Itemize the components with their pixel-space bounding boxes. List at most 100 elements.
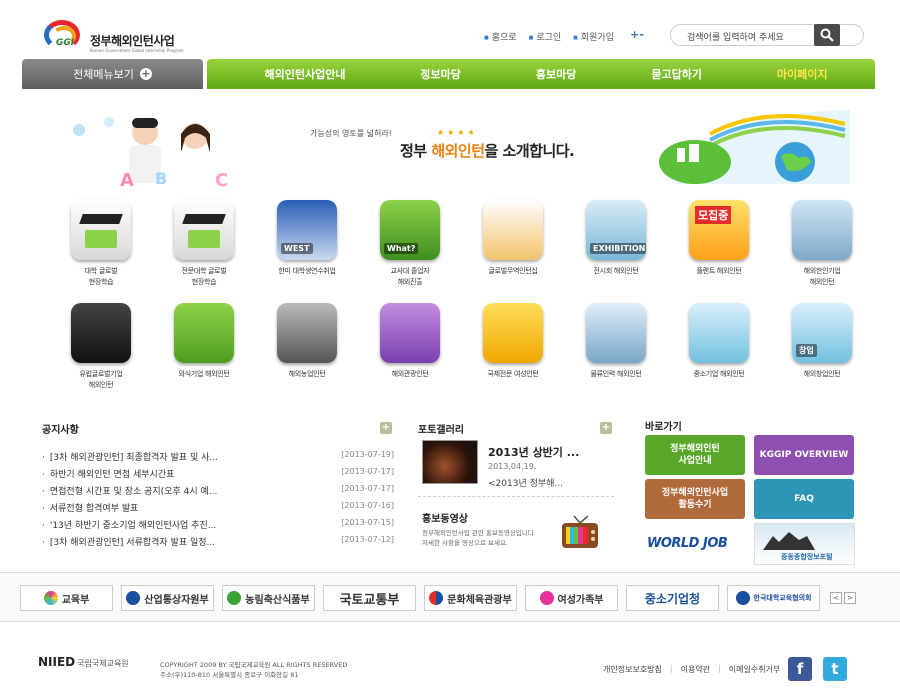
- login-link[interactable]: 로그인: [529, 30, 561, 43]
- program-item[interactable]: 모집중 플랜트 해외인턴: [669, 200, 769, 300]
- question-board-icon: What?: [380, 200, 440, 260]
- plus-icon: +: [139, 67, 152, 80]
- notice-row[interactable]: 서류전형 합격여부 발표[2013-07-16]: [42, 499, 394, 516]
- divider: [418, 496, 614, 497]
- korea-flag-icon: [792, 200, 852, 260]
- program-item[interactable]: 해외관광인턴: [360, 303, 460, 403]
- partner-molit[interactable]: 국토교통부: [323, 585, 416, 611]
- tv-icon[interactable]: [560, 514, 600, 550]
- program-label: 해외관광인턴: [391, 370, 429, 378]
- program-label: 한미 대학생연수취업: [278, 267, 336, 275]
- program-item[interactable]: 창업 해외창업인턴: [772, 303, 872, 403]
- program-item[interactable]: 해외한인기업 해외인턴: [772, 200, 872, 300]
- intern-stories-button[interactable]: 정부해외인턴사업 활동수기: [645, 479, 745, 519]
- worldjob-link[interactable]: WORLD JOB: [647, 536, 728, 551]
- program-label: 전문대학 글로벌 현장학습: [181, 267, 227, 286]
- nav-qna[interactable]: 묻고답하기: [651, 66, 702, 82]
- logo-subtitle: Korean Government Global Internship Prog…: [90, 48, 184, 53]
- program-item[interactable]: 물류인력 해외인턴: [566, 303, 666, 403]
- kggip-overview-button[interactable]: KGGIP OVERVIEW: [754, 435, 854, 475]
- program-item[interactable]: 전문대학 글로벌 현장학습: [154, 200, 254, 300]
- all-menu-button[interactable]: 전체메뉴보기 +: [22, 59, 203, 89]
- prev-arrow-icon[interactable]: <: [830, 592, 842, 604]
- city-buildings-icon: [174, 303, 234, 363]
- zoom-control[interactable]: +-: [630, 28, 644, 41]
- program-label: 해외농업인턴: [288, 370, 326, 378]
- middle-east-portal-link[interactable]: 중동종합정보포털: [754, 523, 855, 565]
- svg-text:B: B: [155, 169, 167, 188]
- program-item[interactable]: 유럽글로벌기업 해외인턴: [51, 303, 151, 403]
- partner-smba[interactable]: 중소기업청: [626, 585, 719, 611]
- program-item[interactable]: What? 교사대 졸업자 해외진출: [360, 200, 460, 300]
- un-woman-icon: [483, 303, 543, 363]
- privacy-link[interactable]: 개인정보보호방침: [603, 664, 662, 675]
- passport-plane-icon: [380, 303, 440, 363]
- facebook-icon[interactable]: f: [788, 657, 812, 681]
- program-item[interactable]: WEST 한미 대학생연수취업: [257, 200, 357, 300]
- twitter-icon[interactable]: t: [823, 657, 847, 681]
- site-logo[interactable]: GGI 정부해외인턴사업 Korean Government Global In…: [42, 18, 192, 60]
- partner-moe[interactable]: 교육부: [20, 585, 113, 611]
- video-description: 정부해외인턴사업 관련 홍보동영상입니다. 자세한 사항을 영상으로 보세요.: [422, 529, 536, 547]
- tile-caption: 창업: [796, 344, 817, 357]
- svg-text:A: A: [120, 170, 134, 188]
- terms-link[interactable]: 이용약관: [681, 664, 710, 675]
- signup-link[interactable]: 회원가입: [573, 30, 614, 43]
- eu-flag-icon: [71, 303, 131, 363]
- program-label: 대학 글로벌 현장학습: [84, 267, 118, 286]
- notice-row[interactable]: [3차 해외관광인턴] 서류합격자 발표 일정...[2013-07-12]: [42, 533, 394, 550]
- gallery-item-date: 2013,04,19,: [488, 462, 537, 471]
- exhibition-icon: EXHIBITION: [586, 200, 646, 260]
- nav-promo[interactable]: 홍보마당: [536, 66, 576, 82]
- nav-intern-guide[interactable]: 해외인턴사업안내: [264, 66, 345, 82]
- notice-more-button[interactable]: +: [380, 422, 392, 434]
- menu-bar: 해외인턴사업안내 정보마당 홍보마당 묻고답하기 마이페이지: [207, 59, 875, 89]
- nav-info[interactable]: 정보마당: [420, 66, 460, 82]
- graduation-cap-icon: [174, 200, 234, 260]
- partner-motie[interactable]: 산업통상자원부: [121, 585, 214, 611]
- nav-mypage[interactable]: 마이페이지: [777, 66, 828, 82]
- next-arrow-icon[interactable]: >: [844, 592, 856, 604]
- program-label: 중소기업 해외인턴: [693, 370, 745, 378]
- program-item[interactable]: 외식기업 해외인턴: [154, 303, 254, 403]
- banner-headline: 정부 해외인턴을 소개합니다.: [400, 142, 575, 160]
- graduation-cap-icon: [71, 200, 131, 260]
- program-item[interactable]: 중소기업 해외인턴: [669, 303, 769, 403]
- email-refusal-link[interactable]: 이메일수취거부: [729, 664, 781, 675]
- search-input[interactable]: 검색어를 입력하여 주세요: [687, 30, 784, 43]
- notice-row[interactable]: [3차 해외관광인턴] 최종합격자 발표 및 사...[2013-07-19]: [42, 448, 394, 465]
- gallery-item-title[interactable]: 2013년 상반기 ...: [488, 444, 579, 460]
- gallery-more-button[interactable]: +: [600, 422, 612, 434]
- main-nav: 전체메뉴보기 + 해외인턴사업안내 정보마당 홍보마당 묻고답하기 마이페이지: [22, 59, 875, 89]
- program-item[interactable]: 국제전문 여성인턴: [463, 303, 563, 403]
- footer-logo[interactable]: NIIED 국립국제교육원: [38, 655, 129, 669]
- camel-icon: [763, 532, 815, 550]
- notice-row[interactable]: 하반기 해외인턴 면접 세부시간표[2013-07-17]: [42, 465, 394, 482]
- partner-mafra[interactable]: 농림축산식품부: [222, 585, 315, 611]
- program-item[interactable]: 글로벌무역인턴십: [463, 200, 563, 300]
- program-label: 전시회 해외인턴: [593, 267, 639, 275]
- notice-section: 공지사항 + [3차 해외관광인턴] 최종합격자 발표 및 사...[2013-…: [42, 418, 394, 548]
- partner-mogef[interactable]: 여성가족부: [525, 585, 618, 611]
- search-box[interactable]: 검색어를 입력하여 주세요: [670, 24, 864, 46]
- program-item[interactable]: EXHIBITION 전시회 해외인턴: [566, 200, 666, 300]
- partner-kcue[interactable]: 한국대학교육협의회: [727, 585, 820, 611]
- faq-button[interactable]: FAQ: [754, 479, 854, 519]
- intern-guide-button[interactable]: 정부해외인턴 사업안내: [645, 435, 745, 475]
- globe-scene-illustration: [659, 110, 850, 184]
- program-item[interactable]: 해외농업인턴: [257, 303, 357, 403]
- partner-pager: < >: [830, 592, 856, 604]
- notice-row[interactable]: 면접전형 시간표 및 장소 공지(오후 4시 예...[2013-07-17]: [42, 482, 394, 499]
- west-flag-icon: WEST: [277, 200, 337, 260]
- program-label: 외식기업 해외인턴: [178, 370, 230, 378]
- notice-row[interactable]: '13년 하반기 중소기업 해외인턴사업 추진...[2013-07-15]: [42, 516, 394, 533]
- gallery-thumbnail[interactable]: [422, 440, 478, 484]
- students-illustration: A B C: [73, 117, 228, 188]
- partner-mcst[interactable]: 문화체육관광부: [424, 585, 517, 611]
- home-link[interactable]: 홈으로: [484, 30, 517, 43]
- search-button[interactable]: [814, 24, 840, 46]
- logo-title: 정부해외인턴사업: [90, 34, 175, 48]
- notice-list: [3차 해외관광인턴] 최종합격자 발표 및 사...[2013-07-19] …: [42, 448, 394, 550]
- program-label: 플랜트 해외인턴: [696, 267, 742, 275]
- program-item[interactable]: 대학 글로벌 현장학습: [51, 200, 151, 300]
